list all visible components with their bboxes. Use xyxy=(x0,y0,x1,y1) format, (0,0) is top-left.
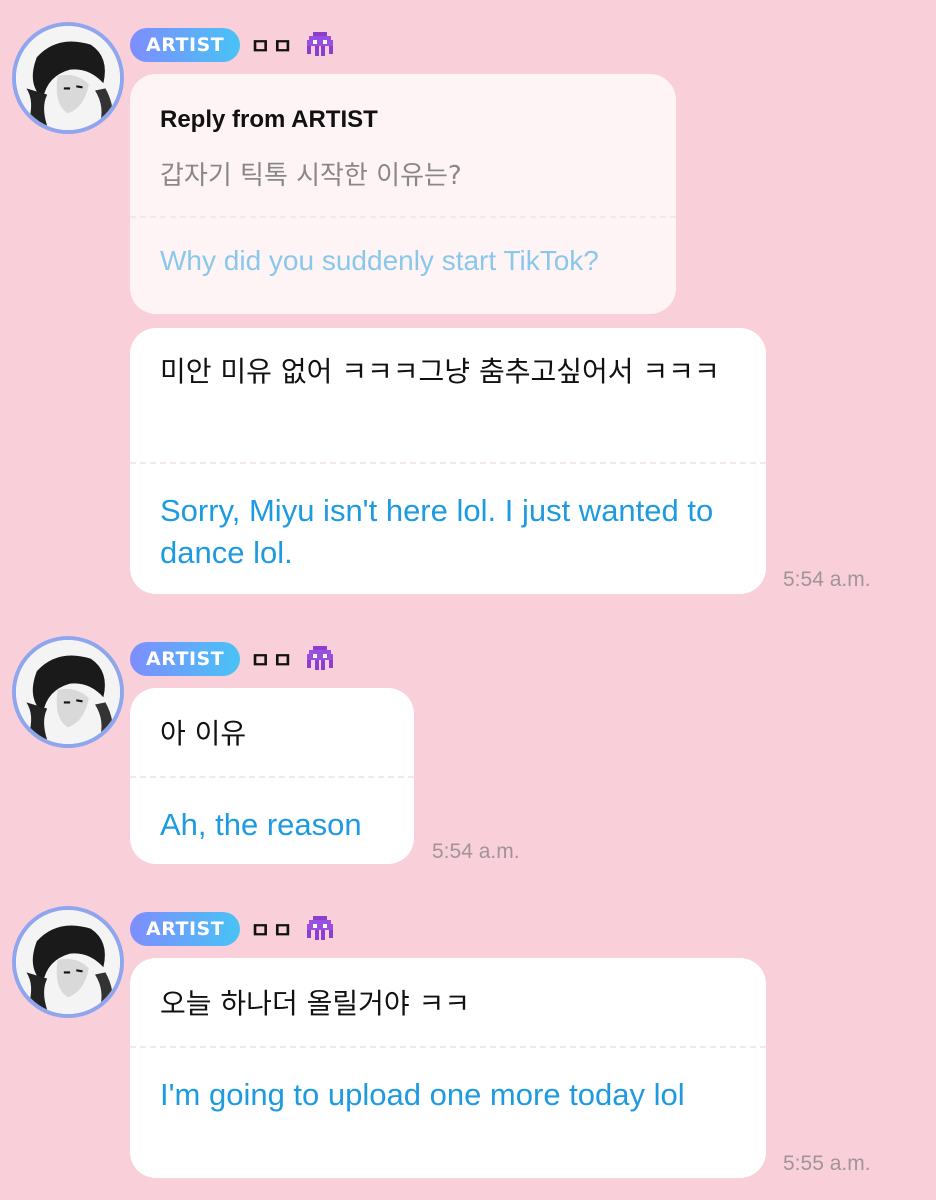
divider xyxy=(130,216,676,218)
purple-alien-emoji-icon xyxy=(306,32,333,56)
translation-text: Ah, the reason xyxy=(160,807,362,842)
avatar[interactable] xyxy=(12,906,124,1018)
sender-name: ㅁㅁ xyxy=(250,35,295,60)
divider xyxy=(130,776,414,778)
message-bubble[interactable]: 아 이유 Ah, the reason xyxy=(130,688,414,864)
original-text: 미안 미유 없어 ㅋㅋㅋ그냥 춤추고싶어서 ㅋㅋㅋ xyxy=(160,355,720,388)
reply-bubble[interactable]: Reply from ARTIST 갑자기 틱톡 시작한 이유는? Why di… xyxy=(130,74,676,314)
divider xyxy=(130,462,766,464)
reply-translation-text: Why did you suddenly start TikTok? xyxy=(160,245,599,276)
artist-badge: ARTIST xyxy=(130,912,241,946)
timestamp: 5:54 a.m. xyxy=(783,568,871,591)
sender-header: ARTIST ㅁㅁ xyxy=(130,912,335,946)
message-bubble[interactable]: 오늘 하나더 올릴거야 ㅋㅋ I'm going to upload one m… xyxy=(130,958,766,1178)
reply-original-text: 갑자기 틱톡 시작한 이유는? xyxy=(160,161,462,191)
artist-avatar xyxy=(16,26,120,130)
artist-badge: ARTIST xyxy=(130,28,241,62)
artist-badge: ARTIST xyxy=(130,642,241,676)
avatar[interactable] xyxy=(12,636,124,748)
original-text: 아 이유 xyxy=(160,717,247,750)
reply-title: Reply from ARTIST xyxy=(160,106,378,133)
sender-name: ㅁㅁ xyxy=(250,919,295,944)
translation-text: Sorry, Miyu isn't here lol. I just wante… xyxy=(160,493,714,570)
purple-alien-emoji-icon xyxy=(306,646,333,670)
timestamp: 5:54 a.m. xyxy=(432,840,520,863)
purple-alien-emoji-icon xyxy=(306,916,333,940)
translation-text: I'm going to upload one more today lol xyxy=(160,1077,685,1112)
avatar[interactable] xyxy=(12,22,124,134)
message-bubble[interactable]: 미안 미유 없어 ㅋㅋㅋ그냥 춤추고싶어서 ㅋㅋㅋ Sorry, Miyu is… xyxy=(130,328,766,594)
timestamp: 5:55 a.m. xyxy=(783,1152,871,1175)
sender-header: ARTIST ㅁㅁ xyxy=(130,28,335,62)
original-text: 오늘 하나더 올릴거야 ㅋㅋ xyxy=(160,987,471,1020)
divider xyxy=(130,1046,766,1048)
artist-avatar xyxy=(16,640,120,744)
artist-avatar xyxy=(16,910,120,1014)
sender-header: ARTIST ㅁㅁ xyxy=(130,642,335,676)
sender-name: ㅁㅁ xyxy=(250,649,295,674)
